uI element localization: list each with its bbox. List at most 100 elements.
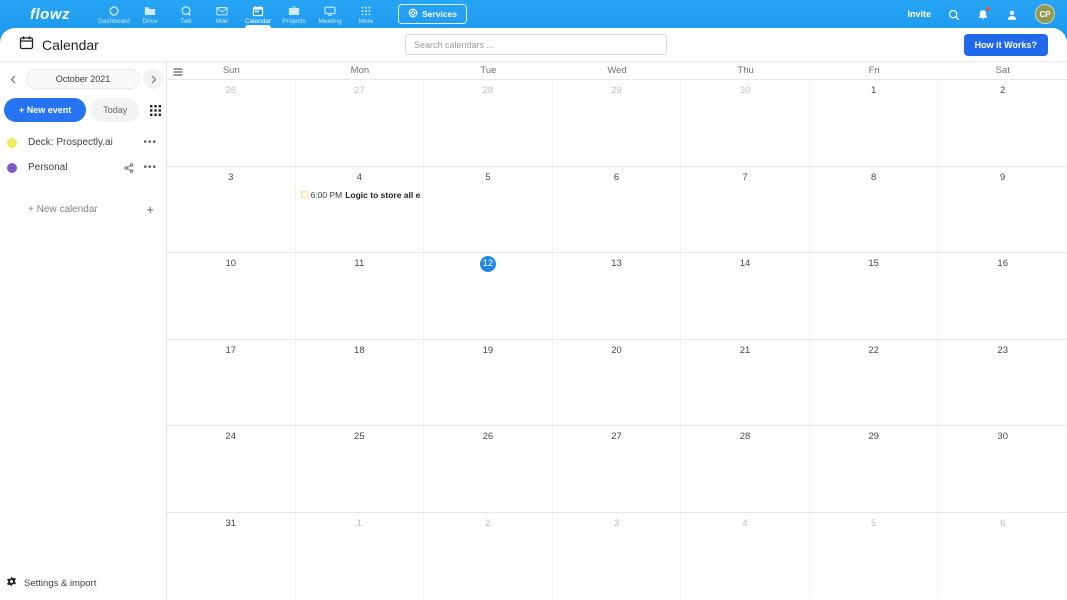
search-icon[interactable] [948, 8, 960, 21]
event-chip[interactable]: 6:00 PMLogic to store all extra... [300, 190, 421, 200]
date-number: 16 [997, 258, 1008, 269]
date-number: 4 [356, 171, 362, 183]
user-icon[interactable] [1006, 8, 1018, 20]
date-number: 24 [225, 431, 237, 442]
search-calendars-input[interactable] [405, 34, 667, 55]
day-cell[interactable]: 7 [681, 166, 810, 253]
day-cell[interactable]: 18 [295, 339, 425, 426]
date-number: 28 [739, 431, 751, 442]
date-number: 30 [739, 85, 751, 96]
flowz-logo[interactable]: flowz [30, 6, 70, 23]
day-cell[interactable]: 5 [424, 166, 553, 253]
day-cell[interactable]: 26 [167, 80, 296, 167]
invite-button[interactable]: Invite [903, 9, 931, 29]
month-navigation: October 2021 [0, 62, 166, 95]
day-cell[interactable]: 26 [424, 426, 553, 513]
prev-month-button[interactable] [3, 69, 23, 89]
nav-item-talk[interactable]: Talk [170, 0, 202, 28]
more-options-icon[interactable]: ••• [143, 137, 157, 147]
day-cell[interactable]: 31 [167, 512, 296, 599]
nav-item-projects[interactable]: Projects [278, 0, 310, 28]
how-it-works-button[interactable]: How it Works? [963, 33, 1048, 56]
day-cell[interactable]: 1 [296, 512, 425, 599]
invite-label: Invite [907, 9, 931, 19]
day-cell[interactable]: 28 [424, 80, 553, 167]
date-number: 7 [742, 171, 748, 183]
day-cell[interactable]: 22 [809, 339, 939, 426]
day-cell-today[interactable]: 12 [424, 253, 553, 340]
day-cell[interactable]: 23 [938, 340, 1067, 426]
date-number: 23 [997, 344, 1008, 356]
services-label: Services [422, 9, 457, 19]
day-cell[interactable]: 29 [809, 426, 939, 513]
avatar[interactable]: CP [1035, 4, 1055, 24]
day-cell[interactable]: 5 [810, 512, 939, 599]
day-cell[interactable]: 30 [681, 80, 810, 167]
calendar-list-item[interactable]: Personal ••• [0, 155, 166, 180]
day-cell[interactable]: 27 [295, 80, 425, 167]
services-button[interactable]: Services [398, 4, 467, 24]
day-cell[interactable]: 25 [295, 426, 425, 513]
day-cell[interactable]: 29 [552, 80, 682, 167]
nav-item-mail[interactable]: Mail [206, 0, 238, 28]
share-icon[interactable] [124, 162, 134, 173]
date-number: 4 [742, 517, 748, 529]
grid-view-icon[interactable] [150, 104, 161, 116]
date-number: 6 [1000, 517, 1006, 529]
day-cell[interactable]: 10 [167, 253, 296, 340]
date-number: 29 [611, 85, 622, 96]
date-number: 14 [739, 258, 751, 269]
day-cell[interactable]: 3 [553, 512, 682, 599]
more-options-icon[interactable]: ••• [143, 162, 157, 172]
day-cell[interactable]: 2 [424, 512, 553, 599]
gear-icon [6, 574, 17, 592]
day-cell[interactable]: 15 [809, 253, 939, 340]
plus-icon[interactable]: + [146, 202, 154, 217]
day-cell[interactable]: 8 [809, 166, 939, 253]
day-cell[interactable]: 24 [167, 426, 296, 513]
day-cell[interactable]: 4 [681, 512, 810, 599]
nav-item-dashboard[interactable]: Dashboard [98, 0, 130, 28]
day-cell[interactable]: 19 [424, 339, 553, 426]
month-label[interactable]: October 2021 [26, 69, 140, 89]
nav-item-meeting[interactable]: Meeting [314, 0, 346, 28]
day-cell[interactable]: 11 [295, 253, 425, 340]
new-event-button[interactable]: + New event [4, 98, 87, 122]
nav-item-more[interactable]: More [350, 0, 382, 28]
day-cell[interactable]: 9 [938, 167, 1067, 253]
day-cell[interactable]: 13 [552, 253, 682, 340]
settings-import-button[interactable]: Settings & import [6, 574, 96, 592]
day-cell[interactable]: 30 [938, 426, 1067, 513]
day-cell[interactable]: 6 [552, 166, 682, 253]
nav-item-drive[interactable]: Drive [134, 0, 166, 28]
nav-item-calendar[interactable]: Calendar [242, 0, 274, 28]
day-cell[interactable]: 21 [681, 339, 810, 426]
calendar-list-item[interactable]: Deck: Prospectly.ai ••• [0, 130, 166, 155]
new-calendar-row[interactable]: + New calendar + [0, 202, 166, 217]
notifications-bell-icon[interactable] [977, 7, 990, 20]
day-cell[interactable]: 6 [938, 513, 1067, 600]
day-cell[interactable]: 1 [809, 80, 939, 167]
calendar-color-dot [7, 162, 17, 173]
weekday-label: Wed [607, 65, 627, 76]
day-cell[interactable]: 14 [681, 253, 810, 340]
date-number: 31 [225, 517, 237, 529]
hamburger-menu-icon[interactable] [172, 65, 184, 77]
more-icon [360, 4, 372, 17]
day-cell[interactable]: 3 [167, 166, 296, 253]
day-cell[interactable]: 17 [167, 339, 296, 426]
date-number: 26 [225, 85, 237, 96]
day-cell[interactable]: 16 [938, 253, 1067, 340]
day-cell[interactable]: 2 [938, 80, 1067, 167]
talk-icon [180, 4, 192, 17]
date-number: 28 [482, 85, 494, 96]
day-cell[interactable]: 27 [552, 426, 682, 513]
today-button[interactable]: Today [91, 98, 140, 122]
day-cell[interactable]: 20 [552, 339, 682, 426]
next-month-button[interactable] [143, 69, 163, 89]
day-cell[interactable]: 28 [681, 426, 810, 513]
date-number: 5 [870, 517, 877, 529]
day-cell[interactable]: 4 6:00 PMLogic to store all extra... [295, 166, 425, 253]
weekday-label: Fri [868, 65, 880, 76]
settings-import-label: Settings & import [24, 577, 97, 589]
